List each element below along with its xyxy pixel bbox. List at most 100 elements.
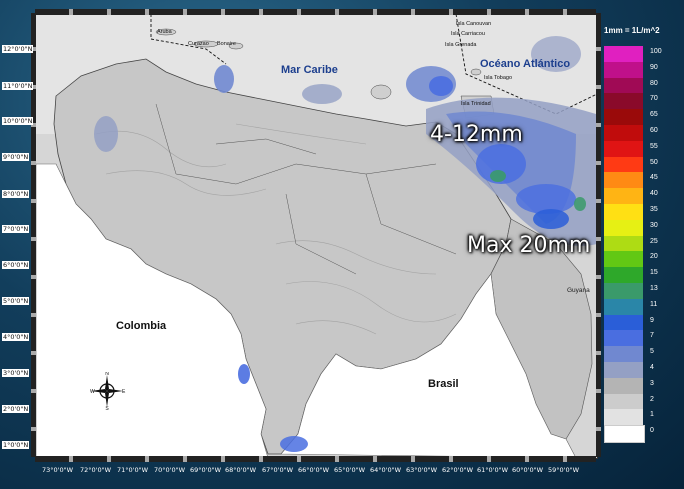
legend-swatch bbox=[604, 124, 643, 141]
legend-value: 15 bbox=[650, 269, 658, 277]
legend-item: 30 bbox=[604, 219, 658, 236]
legend-value: 20 bbox=[650, 253, 658, 261]
legend-item: 50 bbox=[604, 156, 658, 173]
legend-swatch bbox=[604, 282, 643, 299]
lat-label: 10°0'0"N bbox=[2, 117, 34, 125]
left-graticule-ticks bbox=[31, 13, 36, 457]
lat-label: 6°0'0"N bbox=[2, 261, 30, 269]
legend-value: 7 bbox=[650, 332, 654, 340]
island-label-tobago: Isla Tobago bbox=[484, 75, 513, 81]
legend-swatch bbox=[604, 188, 643, 204]
legend-item: 100 bbox=[604, 46, 662, 62]
island-label-trinidad: Isla Trinidad bbox=[461, 101, 491, 107]
lon-label: 60°0'0"W bbox=[512, 466, 543, 474]
legend-swatch bbox=[604, 156, 643, 173]
legend-swatch bbox=[604, 140, 643, 157]
legend-item: 55 bbox=[604, 140, 658, 157]
legend-swatch bbox=[604, 298, 643, 315]
lon-label: 70°0'0"W bbox=[154, 466, 185, 474]
legend-value: 80 bbox=[650, 79, 658, 87]
lon-label: 64°0'0"W bbox=[370, 466, 401, 474]
legend-item: 2 bbox=[604, 393, 654, 410]
legend-item: 5 bbox=[604, 346, 654, 362]
top-graticule-ticks bbox=[35, 9, 596, 15]
legend-item: 40 bbox=[604, 188, 658, 204]
legend-swatch bbox=[604, 219, 643, 236]
legend-swatch bbox=[604, 61, 643, 78]
precipitation-legend: 100 90 80 70 65 60 55 50 45 40 35 30 25 20 15 13 11 9 7 5 4 3… bbox=[604, 46, 662, 443]
legend-swatch bbox=[604, 346, 643, 362]
legend-item: 13 bbox=[604, 282, 658, 299]
legend-value: 5 bbox=[650, 348, 654, 356]
lon-label: 72°0'0"W bbox=[80, 466, 111, 474]
legend-item: 9 bbox=[604, 314, 654, 331]
legend-swatch bbox=[604, 77, 643, 94]
legend-item: 45 bbox=[604, 172, 658, 189]
legend-item: 35 bbox=[604, 203, 658, 220]
legend-swatch bbox=[604, 109, 643, 125]
legend-title: 1mm = 1L/m^2 bbox=[604, 26, 660, 35]
legend-value: 13 bbox=[650, 284, 658, 292]
legend-item: 90 bbox=[604, 61, 658, 78]
legend-value: 45 bbox=[650, 174, 658, 182]
rainfall-range-annotation: 4-12mm bbox=[430, 122, 523, 147]
legend-value: 35 bbox=[650, 205, 658, 213]
country-label-brasil: Brasil bbox=[428, 378, 459, 390]
bottom-graticule-ticks bbox=[35, 456, 596, 462]
legend-item: 3 bbox=[604, 377, 654, 394]
compass-rose-icon: N S W E bbox=[90, 372, 126, 410]
island-label-curazao: Curazao bbox=[188, 41, 209, 47]
country-label-colombia: Colombia bbox=[116, 320, 167, 332]
legend-value: 1 bbox=[650, 411, 654, 419]
compass-w: W bbox=[90, 389, 95, 395]
legend-item: 80 bbox=[604, 77, 658, 94]
legend-swatch bbox=[604, 393, 643, 410]
legend-swatch bbox=[604, 46, 643, 62]
legend-value: 4 bbox=[650, 363, 654, 371]
legend-swatch bbox=[604, 330, 643, 347]
legend-swatch bbox=[604, 172, 643, 189]
compass-s: S bbox=[105, 406, 109, 410]
legend-value: 65 bbox=[650, 111, 658, 119]
island-label-canouvan: Isla Canouvan bbox=[456, 21, 492, 27]
ocean-label: Océano Atlántico bbox=[480, 58, 571, 70]
legend-value: 0 bbox=[650, 427, 654, 435]
island-label-grenada: Isla Grenada bbox=[445, 42, 477, 48]
legend-item: 0 bbox=[604, 425, 654, 443]
lat-label: 4°0'0"N bbox=[2, 333, 30, 341]
right-graticule-ticks bbox=[596, 13, 601, 457]
legend-swatch bbox=[604, 93, 643, 110]
legend-swatch bbox=[604, 377, 643, 394]
legend-value: 3 bbox=[650, 379, 654, 387]
legend-value: 25 bbox=[650, 237, 658, 245]
lat-label: 9°0'0"N bbox=[2, 153, 30, 161]
lon-label: 73°0'0"W bbox=[42, 466, 73, 474]
legend-value: 70 bbox=[650, 95, 658, 103]
lat-label: 2°0'0"N bbox=[2, 405, 30, 413]
lat-label: 7°0'0"N bbox=[2, 225, 30, 233]
legend-item: 15 bbox=[604, 267, 658, 283]
lat-label: 11°0'0"N bbox=[2, 82, 34, 90]
legend-swatch bbox=[604, 251, 643, 268]
lon-label: 63°0'0"W bbox=[406, 466, 437, 474]
lat-label: 8°0'0"N bbox=[2, 190, 30, 198]
lon-label: 66°0'0"W bbox=[298, 466, 329, 474]
legend-value: 90 bbox=[650, 63, 658, 71]
legend-item: 20 bbox=[604, 251, 658, 268]
legend-item: 4 bbox=[604, 361, 654, 378]
legend-swatch bbox=[604, 314, 643, 331]
legend-item: 70 bbox=[604, 93, 658, 110]
legend-value: 9 bbox=[650, 316, 654, 324]
legend-swatch bbox=[604, 203, 643, 220]
legend-swatch bbox=[604, 409, 643, 426]
legend-item: 1 bbox=[604, 409, 654, 426]
legend-item: 25 bbox=[604, 235, 658, 252]
legend-value: 60 bbox=[650, 126, 658, 134]
lon-label: 59°0'0"W bbox=[548, 466, 579, 474]
lat-label: 5°0'0"N bbox=[2, 297, 30, 305]
island-label-aruba: Aruba bbox=[157, 29, 172, 35]
legend-swatch bbox=[604, 361, 643, 378]
legend-value: 100 bbox=[650, 48, 662, 55]
legend-item: 7 bbox=[604, 330, 654, 347]
legend-value: 55 bbox=[650, 142, 658, 150]
